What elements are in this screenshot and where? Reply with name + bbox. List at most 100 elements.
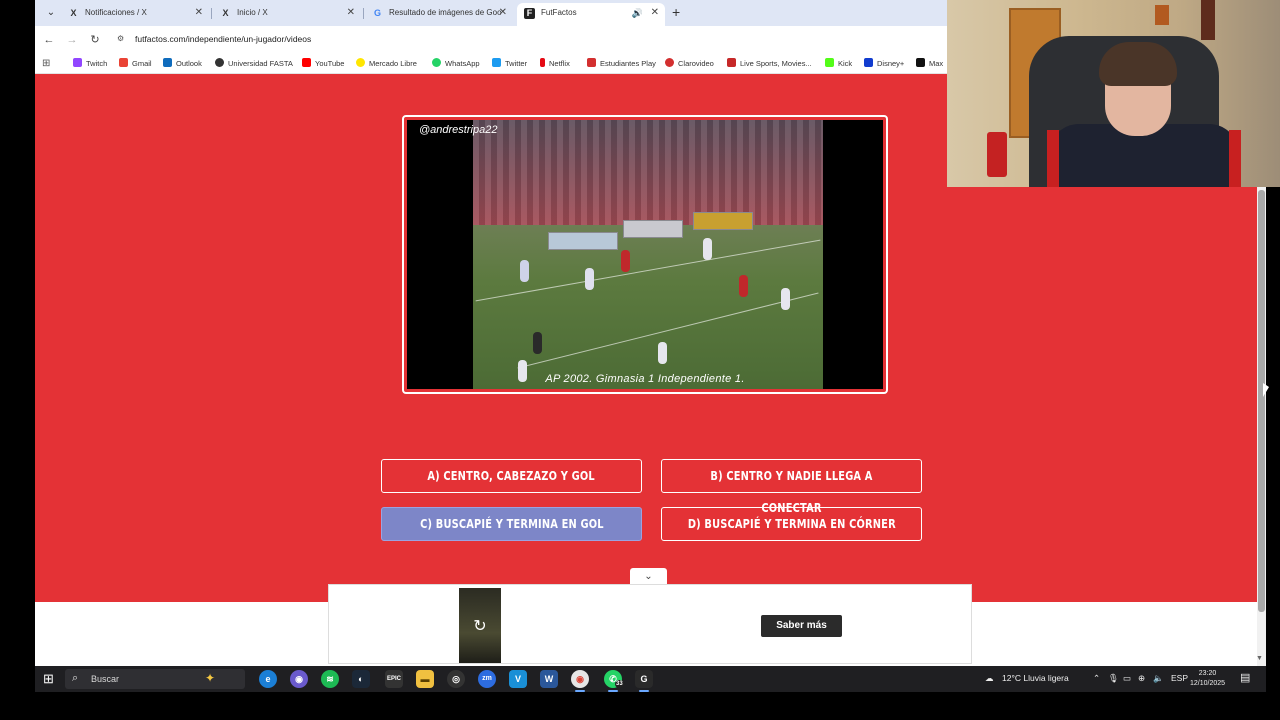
whatsapp-taskbar-icon[interactable]: ✆ 33 — [604, 670, 624, 692]
address-bar[interactable]: futfactos.com/independiente/un-jugador/v… — [135, 34, 311, 44]
player-figure — [739, 275, 748, 297]
kick-icon — [825, 58, 834, 67]
max-icon — [916, 58, 925, 67]
site-info-icon[interactable]: ⚙ — [117, 34, 124, 43]
video-player[interactable]: @andrestripa22 AP 2002. Gimnasia 1 Indep… — [407, 120, 883, 389]
bookmark-whatsapp[interactable]: WhatsApp — [432, 58, 480, 68]
youtube-icon — [302, 58, 311, 67]
tab-google-images[interactable]: G Resultado de imágenes de Goo ✕ — [365, 3, 513, 26]
bookmark-netflix[interactable]: Netflix — [540, 58, 570, 68]
scroll-down-arrow-icon[interactable]: ▼ — [1256, 655, 1263, 662]
copilot-sparkle-icon: ✦ — [205, 671, 216, 685]
tab-inicio[interactable]: X Inicio / X ✕ — [213, 3, 361, 26]
search-placeholder: Buscar — [91, 674, 120, 684]
video-watermark-handle: @andrestripa22 — [419, 124, 498, 136]
gmail-icon — [119, 58, 128, 67]
clarovideo-icon — [665, 58, 674, 67]
apps-grid-icon[interactable]: ⊞ — [42, 58, 50, 69]
answer-option-b[interactable]: B) CENTRO Y NADIE LLEGA A CONECTAR — [661, 459, 922, 515]
tab-label: FutFactos — [541, 8, 577, 17]
tab-notificaciones[interactable]: X Notificaciones / X ✕ — [61, 3, 209, 26]
weather-icon[interactable]: ☁ — [985, 673, 994, 684]
bookmark-disney-plus[interactable]: Disney+ — [864, 58, 904, 68]
close-icon[interactable]: ✕ — [651, 3, 659, 23]
reload-icon[interactable]: ↻ — [87, 32, 103, 48]
back-arrow-icon[interactable]: ← — [41, 32, 57, 48]
epic-games-icon[interactable]: EPIC — [385, 670, 403, 688]
bookmark-outlook[interactable]: Outlook — [163, 58, 202, 68]
spotify-icon[interactable]: ≋ — [321, 670, 339, 688]
bookmark-universidad-fasta[interactable]: Universidad FASTA — [215, 58, 293, 68]
clock-date: 12/10/2025 — [1190, 680, 1226, 687]
video-caption: AP 2002. Gimnasia 1 Independiente 1. — [545, 373, 745, 385]
bookmark-live-sports[interactable]: Live Sports, Movies... — [727, 58, 812, 68]
word-icon[interactable]: W — [540, 670, 558, 688]
ad-banner — [548, 232, 618, 250]
windows-start-icon[interactable]: ⊞ — [43, 671, 54, 687]
disney-icon — [864, 58, 873, 67]
close-icon[interactable]: ✕ — [499, 3, 507, 23]
language-indicator[interactable]: ESP — [1171, 673, 1188, 683]
edge-icon[interactable]: e — [259, 670, 277, 688]
bookmark-twitch[interactable]: Twitch — [73, 58, 107, 68]
obs-icon[interactable]: ◎ — [447, 670, 465, 688]
close-icon[interactable]: ✕ — [195, 3, 203, 23]
answer-option-d[interactable]: D) BUSCAPIÉ Y TERMINA EN CÓRNER — [661, 507, 922, 541]
wall-frame — [1201, 0, 1215, 40]
fasta-icon — [215, 58, 224, 67]
tab-search-icon[interactable]: ⌄ — [43, 5, 59, 21]
player-figure — [658, 342, 667, 364]
bottom-ad-banner: ↻ Saber más — [328, 584, 972, 664]
chrome-icon[interactable]: ◉ — [571, 670, 589, 692]
player-figure — [520, 260, 529, 282]
ad-banner — [693, 212, 753, 230]
display-icon[interactable]: ▭ — [1123, 673, 1131, 684]
bookmark-kick[interactable]: Kick — [825, 58, 852, 68]
bookmark-estudiantes-play[interactable]: Estudiantes Play — [587, 58, 656, 68]
bookmark-mercado-libre[interactable]: Mercado Libre — [356, 58, 417, 68]
player-figure — [703, 238, 712, 260]
network-icon[interactable]: ⊕ — [1138, 673, 1145, 684]
bookmark-max[interactable]: Max — [916, 58, 943, 68]
replay-icon[interactable]: ↻ — [459, 616, 501, 636]
tab-label: Notificaciones / X — [85, 8, 147, 17]
jersey-stripe — [1229, 130, 1241, 187]
show-hidden-icons-chevron-icon[interactable]: ⌃ — [1093, 673, 1100, 684]
notifications-icon[interactable]: ▤ — [1240, 671, 1250, 684]
match-footage — [473, 120, 823, 389]
scrollbar-thumb[interactable] — [1258, 190, 1265, 612]
zoom-icon[interactable]: zm — [478, 670, 496, 688]
bookmark-clarovideo[interactable]: Clarovideo — [665, 58, 714, 68]
bookmark-twitter[interactable]: Twitter — [492, 58, 527, 68]
discord-icon[interactable]: ◉ — [290, 670, 308, 688]
estudiantes-play-icon — [587, 58, 596, 67]
vscode-icon[interactable]: V — [509, 670, 527, 688]
jersey-stripe — [1047, 130, 1059, 187]
ad-video-thumbnail[interactable]: ↻ — [459, 588, 501, 663]
app-g-icon[interactable]: G — [635, 670, 653, 692]
taskbar-search-box[interactable]: ⌕ Buscar ✦ — [65, 669, 245, 689]
forward-arrow-icon[interactable]: → — [64, 32, 80, 48]
weather-text[interactable]: 12°C Lluvia ligera — [1002, 673, 1069, 683]
close-icon[interactable]: ✕ — [347, 3, 355, 23]
microphone-icon[interactable]: 🎙 — [1108, 673, 1119, 684]
player-figure — [781, 288, 790, 310]
file-explorer-icon[interactable]: ▬ — [416, 670, 434, 688]
x-logo-icon: X — [222, 8, 229, 18]
bookmark-youtube[interactable]: YouTube — [302, 58, 344, 68]
screen: ⌄ X Notificaciones / X ✕ X Inicio / X ✕ … — [0, 0, 1280, 720]
volume-icon[interactable]: 🔈 — [1153, 673, 1164, 684]
answer-option-a[interactable]: A) CENTRO, CABEZAZO Y GOL — [381, 459, 642, 493]
ad-learn-more-button[interactable]: Saber más — [761, 615, 842, 637]
steam-icon[interactable]: ◐ — [352, 670, 370, 688]
bookmark-gmail[interactable]: Gmail — [119, 58, 152, 68]
answer-option-c[interactable]: C) BUSCAPIÉ Y TERMINA EN GOL — [381, 507, 642, 541]
ad-collapse-chevron-icon[interactable]: ⌄ — [630, 568, 667, 585]
tab-futfactos[interactable]: F FutFactos 🔊 ✕ — [517, 3, 665, 26]
new-tab-button[interactable]: + — [672, 4, 680, 20]
speaker-icon[interactable]: 🔊 — [632, 3, 643, 23]
system-clock[interactable]: 23:20 12/10/2025 — [1190, 669, 1225, 689]
windows-taskbar: ⊞ ⌕ Buscar ✦ e ◉ ≋ ◐ EPIC ▬ ◎ zm V W ◉ ✆… — [35, 666, 1266, 692]
player-figure — [533, 332, 542, 354]
mercado-libre-icon — [356, 58, 365, 67]
